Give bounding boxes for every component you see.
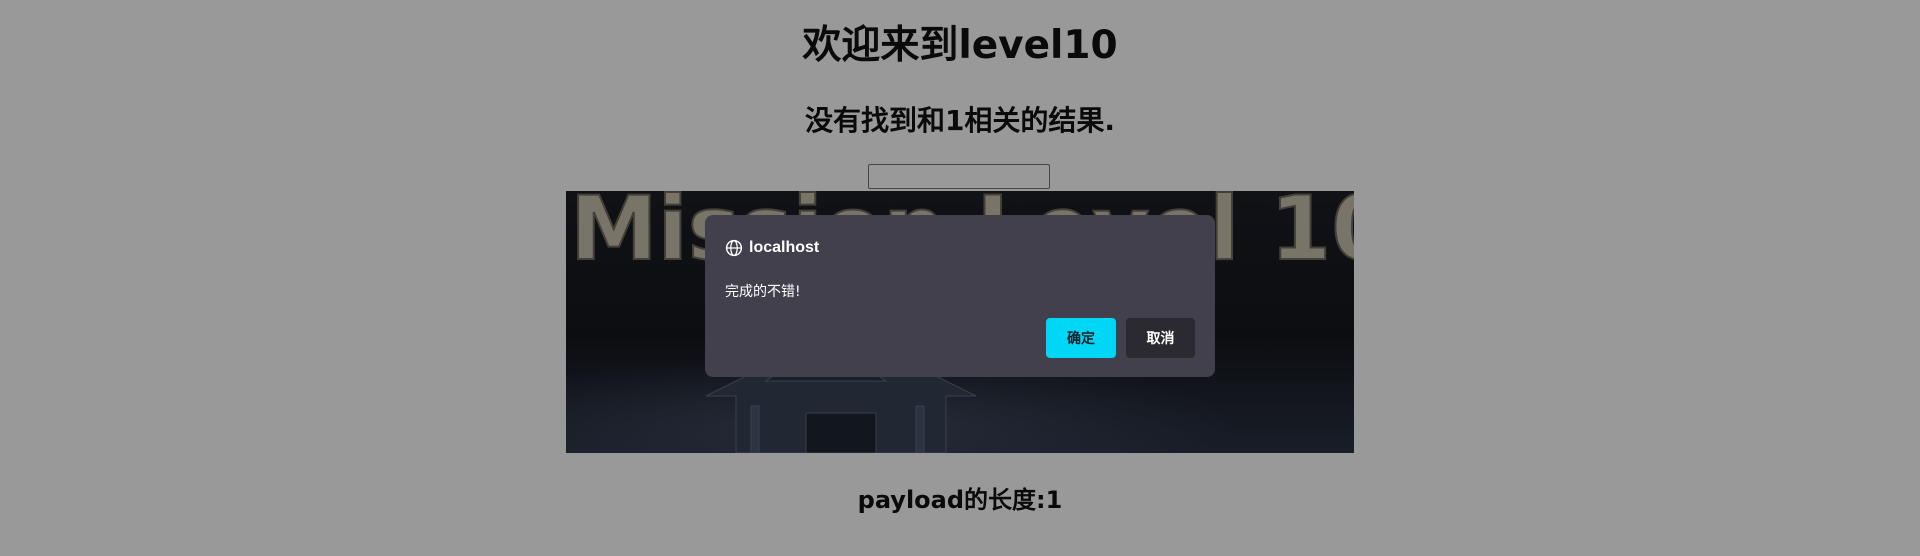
cancel-button[interactable]: 取消 bbox=[1126, 318, 1195, 358]
alert-dialog: localhost 完成的不错! 确定 取消 bbox=[705, 215, 1215, 377]
ok-button[interactable]: 确定 bbox=[1046, 318, 1116, 358]
dialog-header: localhost bbox=[725, 237, 819, 259]
dialog-message: 完成的不错! bbox=[725, 284, 801, 300]
dialog-origin: localhost bbox=[749, 239, 820, 256]
globe-icon bbox=[725, 239, 743, 257]
